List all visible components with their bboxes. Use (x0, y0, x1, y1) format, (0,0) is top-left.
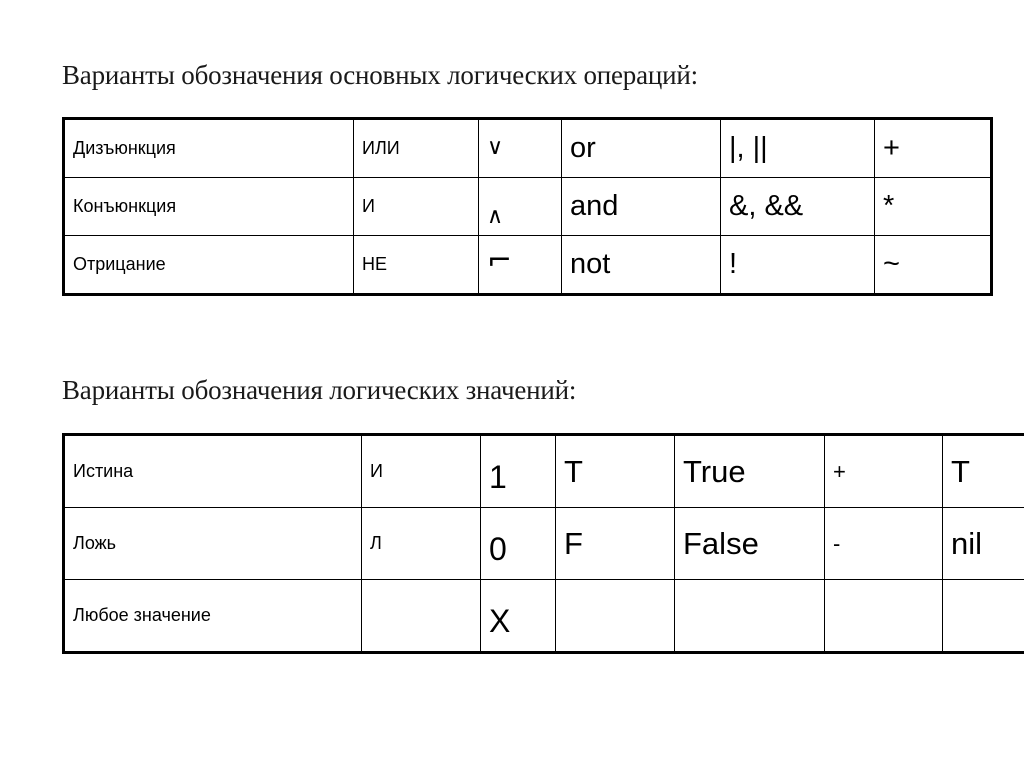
operation-keyword-cell: not (561, 235, 721, 295)
value-digit-cell: 0 (480, 507, 556, 580)
operation-russian-cell: НЕ (353, 235, 479, 295)
logical-operations-table: Дизъюнкция ИЛИ ∨ or |, || + max Конъюнкц… (62, 117, 993, 296)
value-russian-cell (361, 579, 481, 653)
value-word-cell: True (674, 434, 825, 508)
value-digit-text: 0 (489, 531, 507, 567)
table-row: Конъюнкция И ∧ and &, && * min (63, 177, 992, 236)
value-alt-cell: T (942, 434, 1024, 508)
value-letter-cell: T (555, 434, 675, 508)
value-russian-cell: И (361, 434, 481, 508)
value-alt-cell (942, 579, 1024, 653)
value-digit-text: X (489, 603, 511, 639)
value-digit-cell: X (480, 579, 556, 653)
operation-name-cell: Дизъюнкция (63, 118, 354, 178)
heading-logical-operations: Варианты обозначения основных логических… (62, 60, 698, 90)
value-word-cell: False (674, 507, 825, 580)
logical-values-table: Истина И 1 T True + T Ложь Л 0 F False -… (62, 433, 1024, 654)
negation-symbol-icon: ⌐ (487, 243, 513, 278)
value-alt-cell: nil (942, 507, 1024, 580)
heading-logical-values: Варианты обозначения логических значений… (62, 375, 577, 405)
disjunction-symbol-icon: ∨ (487, 133, 504, 159)
value-digit-cell: 1 (480, 434, 556, 508)
operation-russian-cell: ИЛИ (353, 118, 479, 178)
operation-arithmetic-cell: * (874, 177, 992, 236)
operation-symbol-cell: ⌐ (478, 235, 562, 295)
operation-operators-cell: |, || (720, 118, 875, 178)
table-row: Любое значение X (63, 579, 1024, 653)
operation-name-cell: Отрицание (63, 235, 354, 295)
operation-operators-cell: ! (720, 235, 875, 295)
operation-symbol-cell: ∧ (478, 177, 562, 236)
operation-symbol-cell: ∨ (478, 118, 562, 178)
operation-arithmetic-cell: ~ (874, 235, 992, 295)
operation-operators-cell: &, && (720, 177, 875, 236)
value-sign-cell: + (824, 434, 943, 508)
value-letter-cell (555, 579, 675, 653)
operation-russian-cell: И (353, 177, 479, 236)
value-letter-cell: F (555, 507, 675, 580)
logical-values-body: Истина И 1 T True + T Ложь Л 0 F False -… (63, 434, 1024, 653)
operation-arithmetic-cell: + (874, 118, 992, 178)
value-name-cell: Истина (63, 434, 362, 508)
value-sign-cell (824, 579, 943, 653)
operation-keyword-cell: and (561, 177, 721, 236)
logical-operations-body: Дизъюнкция ИЛИ ∨ or |, || + max Конъюнкц… (63, 118, 992, 295)
value-sign-cell: - (824, 507, 943, 580)
value-name-cell: Ложь (63, 507, 362, 580)
table-row: Дизъюнкция ИЛИ ∨ or |, || + max (63, 118, 992, 178)
table-row: Ложь Л 0 F False - nil (63, 507, 1024, 580)
value-name-cell: Любое значение (63, 579, 362, 653)
value-russian-cell: Л (361, 507, 481, 580)
operation-keyword-cell: or (561, 118, 721, 178)
value-word-cell (674, 579, 825, 653)
table-row: Отрицание НЕ ⌐ not ! ~ inv (63, 235, 992, 295)
value-digit-text: 1 (489, 459, 507, 495)
conjunction-symbol-icon: ∧ (487, 202, 504, 228)
operation-name-cell: Конъюнкция (63, 177, 354, 236)
table-row: Истина И 1 T True + T (63, 434, 1024, 508)
